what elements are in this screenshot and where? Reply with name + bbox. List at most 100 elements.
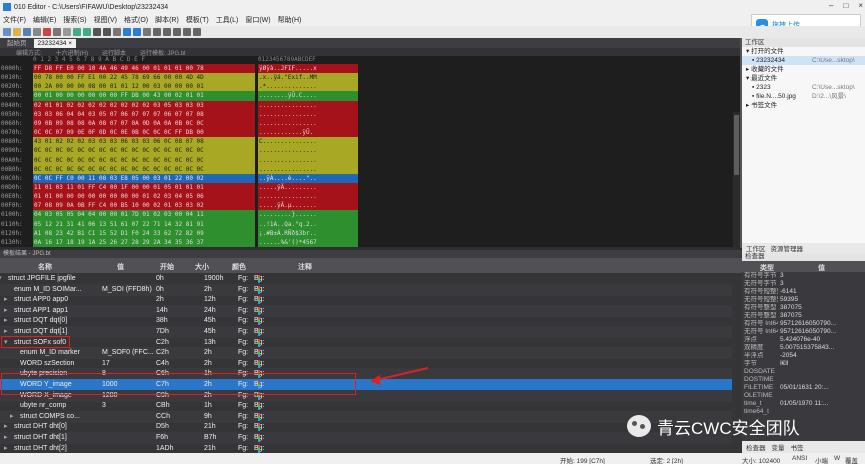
find-icon[interactable] xyxy=(93,28,101,36)
inspector-row[interactable]: 无符号短整型59395 xyxy=(742,296,865,304)
calculator-icon[interactable] xyxy=(193,28,201,36)
col-value[interactable]: 值 xyxy=(117,262,124,272)
tab-file[interactable]: 23232434 × xyxy=(33,38,77,48)
inspector-row[interactable]: 字节 Ì€ll xyxy=(742,360,865,368)
menu-window[interactable]: 窗口(W) xyxy=(245,15,270,25)
inspector-row[interactable]: 无符号整型 387075 xyxy=(742,312,865,320)
inspector-value[interactable]: 3 xyxy=(780,272,862,280)
col-comment[interactable]: 注释 xyxy=(298,262,312,272)
inspector-row[interactable]: 无符号字节 3 xyxy=(742,280,865,288)
redo-icon[interactable] xyxy=(83,28,91,36)
template-cell-name: struct DHT dht[2] xyxy=(14,444,67,452)
histogram-icon[interactable] xyxy=(173,28,181,36)
inspector-value[interactable]: 01/05/1970 11:... xyxy=(780,400,862,408)
goto-icon[interactable] xyxy=(113,28,121,36)
cut-icon[interactable] xyxy=(43,28,51,36)
text-mode-icon[interactable] xyxy=(153,28,161,36)
inspector-value[interactable]: 59395 xyxy=(780,296,862,304)
menu-format[interactable]: 格式(O) xyxy=(124,15,148,25)
run-script-icon[interactable] xyxy=(123,28,131,36)
col-name[interactable]: 名称 xyxy=(38,262,52,272)
inspector-value[interactable]: -2054 xyxy=(780,352,862,360)
inspector-value[interactable]: 5.424076e-40 xyxy=(780,336,862,344)
hex-editor[interactable]: 0 1 2 3 4 5 6 7 8 9 A B C D E F 01234567… xyxy=(0,56,742,247)
status-mode[interactable]: W xyxy=(834,455,840,462)
hex-mode-icon[interactable] xyxy=(143,28,151,36)
undo-icon[interactable] xyxy=(73,28,81,36)
open-folder-icon[interactable] xyxy=(13,28,21,36)
tab-start-page[interactable]: 起始页 xyxy=(3,39,31,48)
menu-search[interactable]: 搜索(S) xyxy=(63,15,86,25)
inspector-row[interactable]: 有符号整型 387075 xyxy=(742,304,865,312)
save-icon[interactable] xyxy=(23,28,31,36)
recent-item[interactable]: ▪ 2323 C:\Use...sktop\ xyxy=(742,83,865,92)
status-overwrite[interactable]: 覆盖 xyxy=(845,455,858,464)
favorites-group[interactable]: ▸ 收藏的文件 xyxy=(742,65,865,74)
hex-row-ascii[interactable]: ......%&'()*4567 xyxy=(258,237,358,247)
inspector-row[interactable]: FILETIME 05/01/1631 20:... xyxy=(742,384,865,392)
menu-tools[interactable]: 工具(L) xyxy=(216,15,239,25)
tab-workspace[interactable]: 工作区 xyxy=(746,243,766,253)
inspector-row[interactable]: 有符号字节 3 xyxy=(742,272,865,280)
inspector-value[interactable]: 05/01/1631 20:... xyxy=(780,384,862,392)
menu-edit[interactable]: 编辑(E) xyxy=(33,15,56,25)
inspector-row[interactable]: 浮点 5.424076e-40 xyxy=(742,336,865,344)
paste-icon[interactable] xyxy=(63,28,71,36)
template-row[interactable]: ▸struct DHT dht[2]1ADh21hFg:Bg: xyxy=(0,443,732,453)
menu-file[interactable]: 文件(F) xyxy=(3,15,26,25)
inspector-row[interactable]: 有符号 Int64 95712616050790... xyxy=(742,320,865,328)
maximize-button[interactable]: □ xyxy=(843,1,848,10)
hex-row-bytes[interactable]: 0A 16 17 18 19 1A 25 26 27 28 29 2A 34 3… xyxy=(33,237,255,247)
tab-explorer[interactable]: 资源管理器 xyxy=(771,243,804,253)
inspector-row[interactable]: 无符号 Int64 95712616050790... xyxy=(742,328,865,336)
bookmarks-group[interactable]: ▸ 书签文件 xyxy=(742,101,865,110)
col-start[interactable]: 开始 xyxy=(160,262,174,272)
hex-scroll-thumb[interactable] xyxy=(734,115,739,175)
inspector-value[interactable]: Ì€ll xyxy=(780,360,862,368)
menu-templates[interactable]: 模板(T) xyxy=(186,15,209,25)
tab-inspector[interactable]: 检查器 xyxy=(746,442,766,452)
recent-item[interactable]: ▪ file.N....50.jpg D:\2...\风景\ xyxy=(742,92,865,101)
inspector-row[interactable]: DOSDATE xyxy=(742,368,865,376)
compare-icon[interactable] xyxy=(163,28,171,36)
inspector-value[interactable]: 387075 xyxy=(780,304,862,312)
tree-toggle-icon[interactable]: ▸ xyxy=(4,443,8,453)
hex-scrollbar[interactable] xyxy=(733,112,740,247)
inspector-value[interactable]: 5.007515375843... xyxy=(780,344,862,352)
menu-help[interactable]: 帮助(H) xyxy=(278,15,302,25)
inspector-value[interactable]: 3 xyxy=(780,280,862,288)
inspector-type: FILETIME xyxy=(744,384,774,391)
menu-scripts[interactable]: 脚本(R) xyxy=(155,15,179,25)
col-size[interactable]: 大小 xyxy=(195,262,209,272)
recent-group[interactable]: ▾ 最近文件 xyxy=(742,74,865,83)
inspector-value[interactable]: 95712616050790... xyxy=(780,328,862,336)
inspector-value[interactable]: 387075 xyxy=(780,312,862,320)
tab-variables[interactable]: 变量 xyxy=(772,442,785,452)
replace-icon[interactable] xyxy=(103,28,111,36)
status-encoding[interactable]: ANSI xyxy=(792,455,807,462)
col-color[interactable]: 颜色 xyxy=(232,262,246,272)
inspector-row[interactable]: time_t 01/05/1970 11:... xyxy=(742,400,865,408)
checksum-icon[interactable] xyxy=(183,28,191,36)
inspector-value[interactable]: 95712616050790... xyxy=(780,320,862,328)
run-template-icon[interactable] xyxy=(133,28,141,36)
print-icon[interactable] xyxy=(33,28,41,36)
open-files-group[interactable]: ▾ 打开的文件 xyxy=(742,47,865,56)
inspector-row[interactable]: DOSTIME xyxy=(742,376,865,384)
close-button[interactable]: × xyxy=(858,1,863,10)
hex-row-address: 00E0h: xyxy=(1,193,23,201)
new-file-icon[interactable] xyxy=(3,28,11,36)
inspector-row[interactable]: 半浮点 -2054 xyxy=(742,352,865,360)
inspector-row[interactable]: 双精度 5.007515375843... xyxy=(742,344,865,352)
color-swatch xyxy=(258,328,260,336)
inspector-row[interactable]: 有符号短整型-6141 xyxy=(742,288,865,296)
hex-row[interactable]: 0130h: 0A 16 17 18 19 1A 25 26 27 28 29 2… xyxy=(0,237,742,247)
inspector-value[interactable]: -6141 xyxy=(780,288,862,296)
minimize-button[interactable]: – xyxy=(829,1,833,10)
menu-view[interactable]: 视图(V) xyxy=(94,15,117,25)
inspector-row[interactable]: OLETIME xyxy=(742,392,865,400)
status-endian[interactable]: 小端 xyxy=(815,455,828,464)
open-file-item[interactable]: ▪ 23232434 C:\Use...sktop\ xyxy=(742,56,865,65)
copy-icon[interactable] xyxy=(53,28,61,36)
tab-bookmarks[interactable]: 书签 xyxy=(791,442,804,452)
